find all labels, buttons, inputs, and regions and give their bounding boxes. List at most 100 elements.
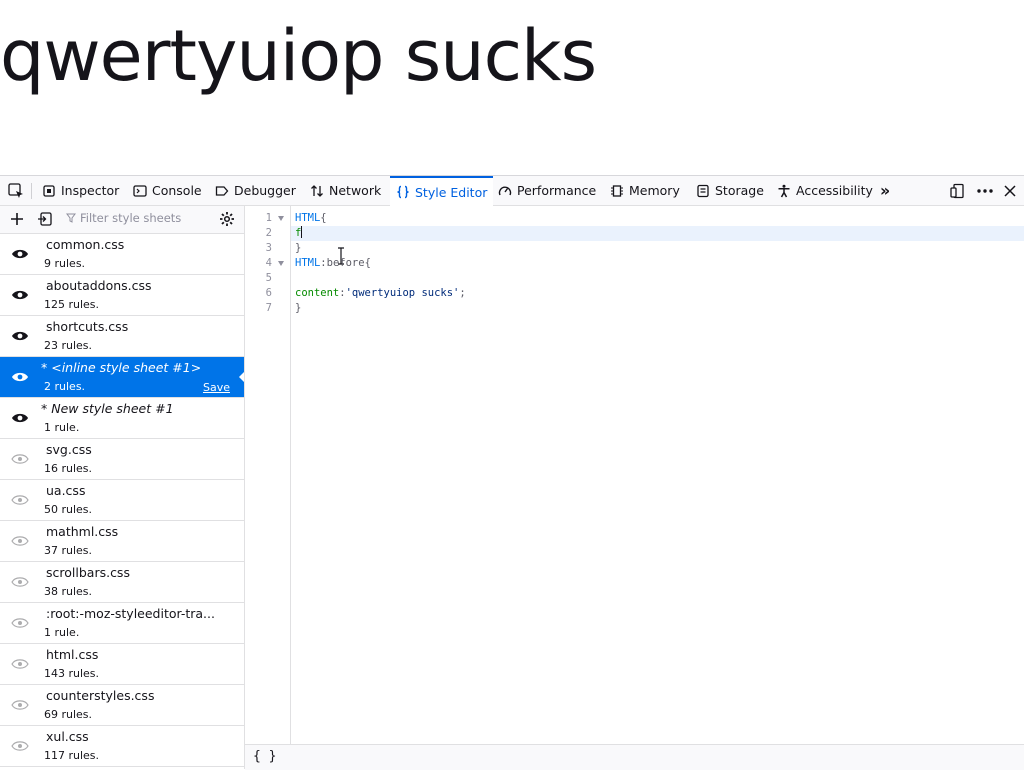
responsive-design-icon[interactable]: [949, 183, 965, 199]
overflow-menu: [976, 176, 994, 205]
code-line[interactable]: 2 f: [245, 226, 1024, 265]
sheet-rule-count: 125 rules.: [44, 298, 100, 311]
plus-icon[interactable]: [9, 211, 25, 227]
eye-icon[interactable]: [11, 535, 29, 547]
sheet-rule-count: 143 rules.: [44, 667, 100, 680]
tab-label: Network: [329, 183, 382, 198]
code-line[interactable]: 3 }: [245, 241, 1024, 256]
sheet-name: shortcuts.css: [46, 319, 129, 334]
style-sheet-item[interactable]: html.css 143 rules.: [0, 644, 244, 685]
style-sheet-item[interactable]: aboutaddons.css 125 rules.: [0, 275, 244, 316]
eye-icon[interactable]: [11, 453, 29, 465]
gear-icon[interactable]: [219, 211, 235, 227]
eye-icon[interactable]: [11, 617, 29, 629]
page-heading: qwertyuiop sucks: [0, 15, 597, 97]
code-line[interactable]: 5: [245, 271, 1024, 286]
save-link[interactable]: Save: [203, 381, 230, 394]
sheet-name: common.css: [46, 237, 125, 252]
performance-icon: [498, 186, 512, 195]
eye-icon[interactable]: [11, 494, 29, 506]
sheet-name: aboutaddons.css: [46, 278, 152, 293]
tab-label: Inspector: [61, 183, 120, 198]
eye-icon[interactable]: [11, 576, 29, 588]
code-editor[interactable]: 1 HTML{ 2 f 3 } 4 HTML:before{ 5 6 conte…: [245, 206, 1024, 744]
filter-icon: [66, 213, 76, 223]
code-line[interactable]: 7 }: [245, 301, 1024, 316]
fold-arrow-icon[interactable]: [278, 261, 284, 266]
import-icon[interactable]: [37, 211, 53, 227]
filter-placeholder: Filter style sheets: [80, 211, 182, 225]
filter-input[interactable]: Filter style sheets: [66, 211, 181, 225]
close-icon[interactable]: [1003, 184, 1017, 198]
style-editor-icon: [397, 185, 409, 199]
eye-icon[interactable]: [11, 412, 29, 424]
sheet-name: xul.css: [46, 729, 89, 744]
sheet-rule-count: 50 rules.: [44, 503, 93, 516]
tab-label: Performance: [517, 183, 597, 198]
sheet-rule-count: 16 rules.: [44, 462, 93, 475]
style-sheet-item[interactable]: counterstyles.css 69 rules.: [0, 685, 244, 726]
style-sheet-item[interactable]: * New style sheet #1 1 rule.: [0, 398, 244, 439]
sheet-rule-count: 37 rules.: [44, 544, 93, 557]
sheet-rule-count: 23 rules.: [44, 339, 93, 352]
text-cursor: [301, 226, 303, 238]
style-sheet-item[interactable]: common.css 9 rules.: [0, 234, 244, 275]
tab-network[interactable]: Network: [304, 176, 387, 205]
brace: {: [364, 257, 371, 269]
eye-icon[interactable]: [11, 371, 29, 383]
pretty-print-button[interactable]: { }: [253, 749, 276, 764]
sidebar-toolbar: Filter style sheets: [0, 206, 244, 234]
tab-inspector[interactable]: Inspector: [36, 176, 125, 205]
eye-icon[interactable]: [11, 289, 29, 301]
style-sheet-item[interactable]: xul.css 117 rules.: [0, 726, 244, 767]
toolbar-separator: [31, 183, 32, 199]
eye-icon[interactable]: [11, 330, 29, 342]
element-picker-icon[interactable]: [7, 182, 25, 200]
style-sheet-item[interactable]: scrollbars.css 38 rules.: [0, 562, 244, 603]
meatball-menu-icon[interactable]: [976, 183, 994, 199]
eye-icon[interactable]: [11, 658, 29, 670]
close-devtools: [1003, 176, 1017, 205]
memory-icon: [611, 184, 623, 197]
tab-memory[interactable]: Memory: [604, 176, 686, 205]
sheet-rule-count: 1 rule.: [44, 421, 80, 434]
tab-label: Memory: [629, 183, 680, 198]
devtools-toolbar: Inspector Console Debugger Network Style…: [0, 176, 1024, 206]
sheet-rule-count: 38 rules.: [44, 585, 93, 598]
code-line[interactable]: 4 HTML:before{: [245, 256, 1024, 271]
brace: {: [320, 212, 327, 224]
tab-style-editor[interactable]: Style Editor: [390, 176, 494, 206]
style-sheet-item-selected[interactable]: * <inline style sheet #1> 2 rules. Save: [0, 357, 244, 398]
eye-icon[interactable]: [11, 248, 29, 260]
line-number: 3: [265, 242, 272, 254]
selector: HTML: [295, 257, 321, 269]
tab-performance[interactable]: Performance: [492, 176, 602, 205]
sheet-rule-count: 1 rule.: [44, 626, 80, 639]
storage-icon: [697, 184, 709, 197]
tab-storage[interactable]: Storage: [690, 176, 770, 205]
sheet-rule-count: 117 rules.: [44, 749, 100, 762]
eye-icon[interactable]: [11, 740, 29, 752]
style-sheet-item[interactable]: :root:-moz-styleeditor-tra... 1 rule.: [0, 603, 244, 644]
more-tools-button[interactable]: ››: [874, 176, 893, 205]
style-sheet-item[interactable]: mathml.css 37 rules.: [0, 521, 244, 562]
sheet-name: counterstyles.css: [46, 688, 155, 703]
tab-accessibility[interactable]: Accessibility: [771, 176, 879, 205]
debugger-icon: [215, 185, 229, 196]
line-number: 5: [265, 272, 272, 284]
tab-label: Storage: [715, 183, 764, 198]
fold-arrow-icon[interactable]: [278, 216, 284, 221]
style-sheet-item[interactable]: shortcuts.css 23 rules.: [0, 316, 244, 357]
sheet-name: :root:-moz-styleeditor-tra...: [46, 606, 215, 621]
style-sheet-item[interactable]: svg.css 16 rules.: [0, 439, 244, 480]
tab-debugger[interactable]: Debugger: [209, 176, 302, 205]
style-sheet-list: common.css 9 rules. aboutaddons.css 125 …: [0, 234, 244, 767]
sheet-name: * <inline style sheet #1>: [41, 360, 202, 375]
style-sheet-item[interactable]: ua.css 50 rules.: [0, 480, 244, 521]
code-line[interactable]: 1 HTML{: [245, 211, 1024, 226]
style-sheets-sidebar: Filter style sheets common.css 9 rules. …: [0, 206, 245, 769]
line-number: 6: [265, 287, 272, 299]
eye-icon[interactable]: [11, 699, 29, 711]
tab-console[interactable]: Console: [127, 176, 208, 205]
code-line[interactable]: 6 content:'qwertyuiop sucks';: [245, 286, 1024, 301]
